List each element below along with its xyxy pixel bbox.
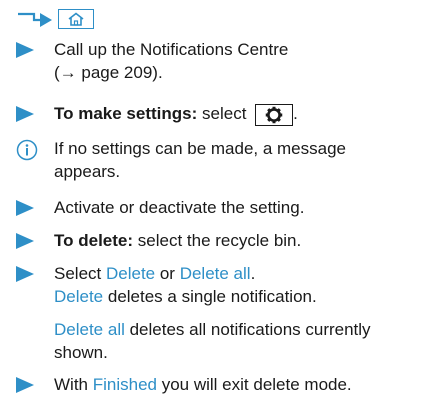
header-nav [16, 6, 94, 32]
delete-all-option[interactable]: Delete all [180, 264, 251, 283]
home-button[interactable] [58, 9, 94, 29]
finished-option[interactable]: Finished [93, 375, 157, 394]
gear-icon [265, 106, 283, 124]
step-marker-icon [16, 106, 34, 122]
info-text: appears. [54, 162, 121, 181]
step-marker-icon [16, 233, 34, 249]
page-reference: (→ page 209). [54, 63, 163, 82]
step-marker-icon [16, 266, 34, 282]
step-marker-icon [16, 42, 34, 58]
step-text: Call up the Notifications Centre [54, 40, 289, 59]
info-icon [16, 139, 38, 161]
info-text: If no settings can be made, a message [54, 139, 347, 158]
step-heading: To make settings: [54, 104, 198, 123]
step-marker-icon [16, 377, 34, 393]
settings-button[interactable] [255, 104, 294, 126]
delete-option[interactable]: Delete [106, 264, 155, 283]
delete-all-option[interactable]: Delete all [54, 320, 125, 339]
step-text: Activate or deactivate the setting. [54, 198, 305, 217]
step-text: select [202, 104, 247, 123]
step-text: select the recycle bin. [137, 231, 302, 250]
step-heading: To delete: [54, 231, 134, 250]
home-icon [68, 12, 84, 26]
delete-option[interactable]: Delete [54, 287, 103, 306]
step-marker-icon [16, 200, 34, 216]
path-arrow-icon [18, 12, 52, 27]
